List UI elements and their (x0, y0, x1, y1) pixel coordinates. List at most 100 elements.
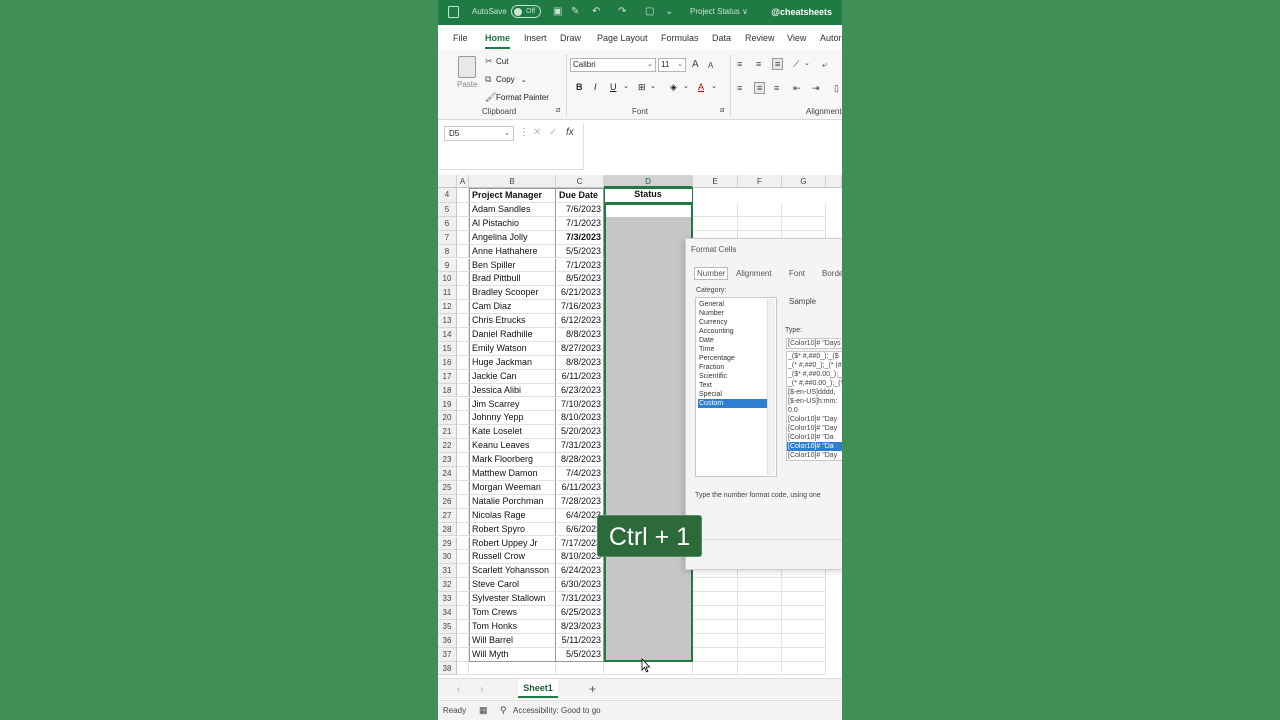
column-header-d[interactable]: D (604, 175, 693, 188)
align-left-icon[interactable]: ≡ (737, 83, 742, 93)
category-item[interactable]: Currency (698, 318, 767, 327)
row-header[interactable]: 15 (438, 341, 457, 356)
cell[interactable] (738, 578, 782, 593)
align-right-icon[interactable]: ≡ (774, 83, 779, 93)
cell[interactable] (457, 647, 469, 662)
cell[interactable] (738, 202, 782, 217)
column-header-g[interactable]: G (782, 175, 826, 188)
cell-project-manager[interactable]: Kate Loselet (469, 425, 556, 440)
cell-project-manager[interactable]: Adam Sandles (469, 202, 556, 217)
row-header[interactable]: 25 (438, 480, 457, 495)
category-item[interactable]: Date (698, 336, 767, 345)
cell[interactable] (457, 453, 469, 467)
row-header[interactable]: 32 (438, 578, 457, 593)
dialog-tab-border[interactable]: Borde (822, 269, 842, 278)
cell[interactable] (738, 647, 782, 662)
cell[interactable] (782, 661, 826, 676)
cell[interactable] (457, 633, 469, 648)
autosave-toggle[interactable]: Off (511, 5, 541, 18)
header-due-date[interactable]: Due Date (556, 188, 604, 203)
cell-project-manager[interactable]: Jessica Alibi (469, 383, 556, 398)
undo-icon[interactable]: ↶ (592, 6, 600, 17)
type-option[interactable]: [$-en-US]h:mm: (787, 397, 842, 406)
cell-project-manager[interactable]: Huge Jackman (469, 355, 556, 370)
tab-data[interactable]: Data (712, 33, 731, 43)
row-header[interactable]: 29 (438, 536, 457, 551)
cell-project-manager[interactable]: Robert Spyro (469, 522, 556, 537)
cell-project-manager[interactable]: Nicolas Rage (469, 508, 556, 523)
row-header[interactable]: 11 (438, 286, 457, 301)
align-center-icon[interactable]: ≡ (754, 82, 766, 94)
category-item[interactable]: Text (698, 381, 767, 390)
row-header[interactable]: 21 (438, 425, 457, 440)
row-header[interactable]: 12 (438, 300, 457, 315)
cell-due-date[interactable]: 8/27/2023 (556, 341, 604, 356)
category-item[interactable]: General (698, 300, 767, 309)
cell-project-manager[interactable]: Sylvester Stallown (469, 592, 556, 606)
sheet-tab-sheet1[interactable]: Sheet1 (518, 679, 558, 698)
cell[interactable] (693, 633, 738, 648)
chevron-down-icon[interactable]: ⌄ (804, 59, 810, 67)
cell[interactable] (556, 661, 604, 676)
tab-formulas[interactable]: Formulas (661, 33, 699, 43)
cell[interactable] (457, 592, 469, 606)
cell-due-date[interactable]: 8/23/2023 (556, 619, 604, 634)
cell[interactable] (457, 383, 469, 398)
font-launcher-icon[interactable]: ⧄ (720, 107, 724, 115)
row-header[interactable]: 33 (438, 592, 457, 606)
cell[interactable] (457, 508, 469, 523)
accessibility-icon[interactable]: ⚲ (500, 705, 507, 716)
cell[interactable] (457, 619, 469, 634)
cell-due-date[interactable]: 8/8/2023 (556, 328, 604, 342)
cancel-icon[interactable]: ✕ (533, 127, 541, 138)
cell[interactable] (738, 619, 782, 634)
type-option[interactable]: _($* #,##0_);_($ (787, 352, 842, 361)
cell-due-date[interactable]: 6/25/2023 (556, 606, 604, 620)
cell-due-date[interactable]: 5/20/2023 (556, 425, 604, 440)
align-top-icon[interactable]: ≡ (737, 59, 742, 69)
cell[interactable] (457, 522, 469, 537)
cell[interactable] (457, 202, 469, 217)
decrease-indent-icon[interactable]: ⇤ (793, 83, 801, 94)
edit-icon[interactable]: ✎ (571, 6, 579, 17)
row-header[interactable]: 22 (438, 439, 457, 454)
row-header[interactable]: 30 (438, 550, 457, 565)
type-option[interactable]: [Color10]# "Da (787, 442, 842, 451)
row-header[interactable]: 20 (438, 411, 457, 426)
cell-project-manager[interactable]: Jim Scarrey (469, 397, 556, 412)
cell-project-manager[interactable]: Jackie Can (469, 369, 556, 384)
row-header[interactable]: 27 (438, 508, 457, 523)
type-list[interactable]: _($* #,##0_);_($ _(* #,##0_);_(* (# _($* #… (786, 351, 842, 461)
borders-icon[interactable]: ⊞ (638, 82, 646, 93)
type-option[interactable]: [Color10]# "Day (787, 424, 842, 433)
category-item[interactable]: Time (698, 345, 767, 354)
wrap-text-icon[interactable]: ⤶ (822, 59, 827, 70)
copy-button[interactable]: ⧉ Copy ⌄ (485, 74, 527, 85)
cell-due-date[interactable]: 7/10/2023 (556, 397, 604, 412)
column-header-c[interactable]: C (556, 175, 604, 188)
cell[interactable] (782, 202, 826, 217)
cell-project-manager[interactable]: Will Barrel (469, 633, 556, 648)
cell-due-date[interactable]: 7/3/2023 (556, 230, 604, 245)
cell[interactable] (457, 411, 469, 426)
cell[interactable] (457, 188, 469, 203)
accessibility-status[interactable]: Accessibility: Good to go (513, 706, 601, 715)
cell[interactable] (469, 661, 556, 676)
row-header[interactable]: 38 (438, 661, 457, 676)
cell[interactable] (782, 216, 826, 231)
tab-page-layout[interactable]: Page Layout (597, 33, 648, 43)
category-item[interactable]: Number (698, 309, 767, 318)
row-header[interactable]: 36 (438, 633, 457, 648)
cell[interactable] (738, 216, 782, 231)
row-header[interactable]: 8 (438, 244, 457, 259)
cell[interactable] (782, 606, 826, 620)
column-header-h[interactable] (826, 175, 842, 188)
cell[interactable] (782, 578, 826, 593)
cell[interactable] (457, 550, 469, 565)
cell-project-manager[interactable]: Matthew Damon (469, 467, 556, 481)
cell[interactable] (457, 286, 469, 301)
decrease-font-icon[interactable]: A (708, 61, 713, 70)
macro-record-icon[interactable]: ▦ (479, 705, 488, 716)
cell-project-manager[interactable]: Daniel Radhille (469, 328, 556, 342)
cell-project-manager[interactable]: Al Pistachio (469, 216, 556, 231)
